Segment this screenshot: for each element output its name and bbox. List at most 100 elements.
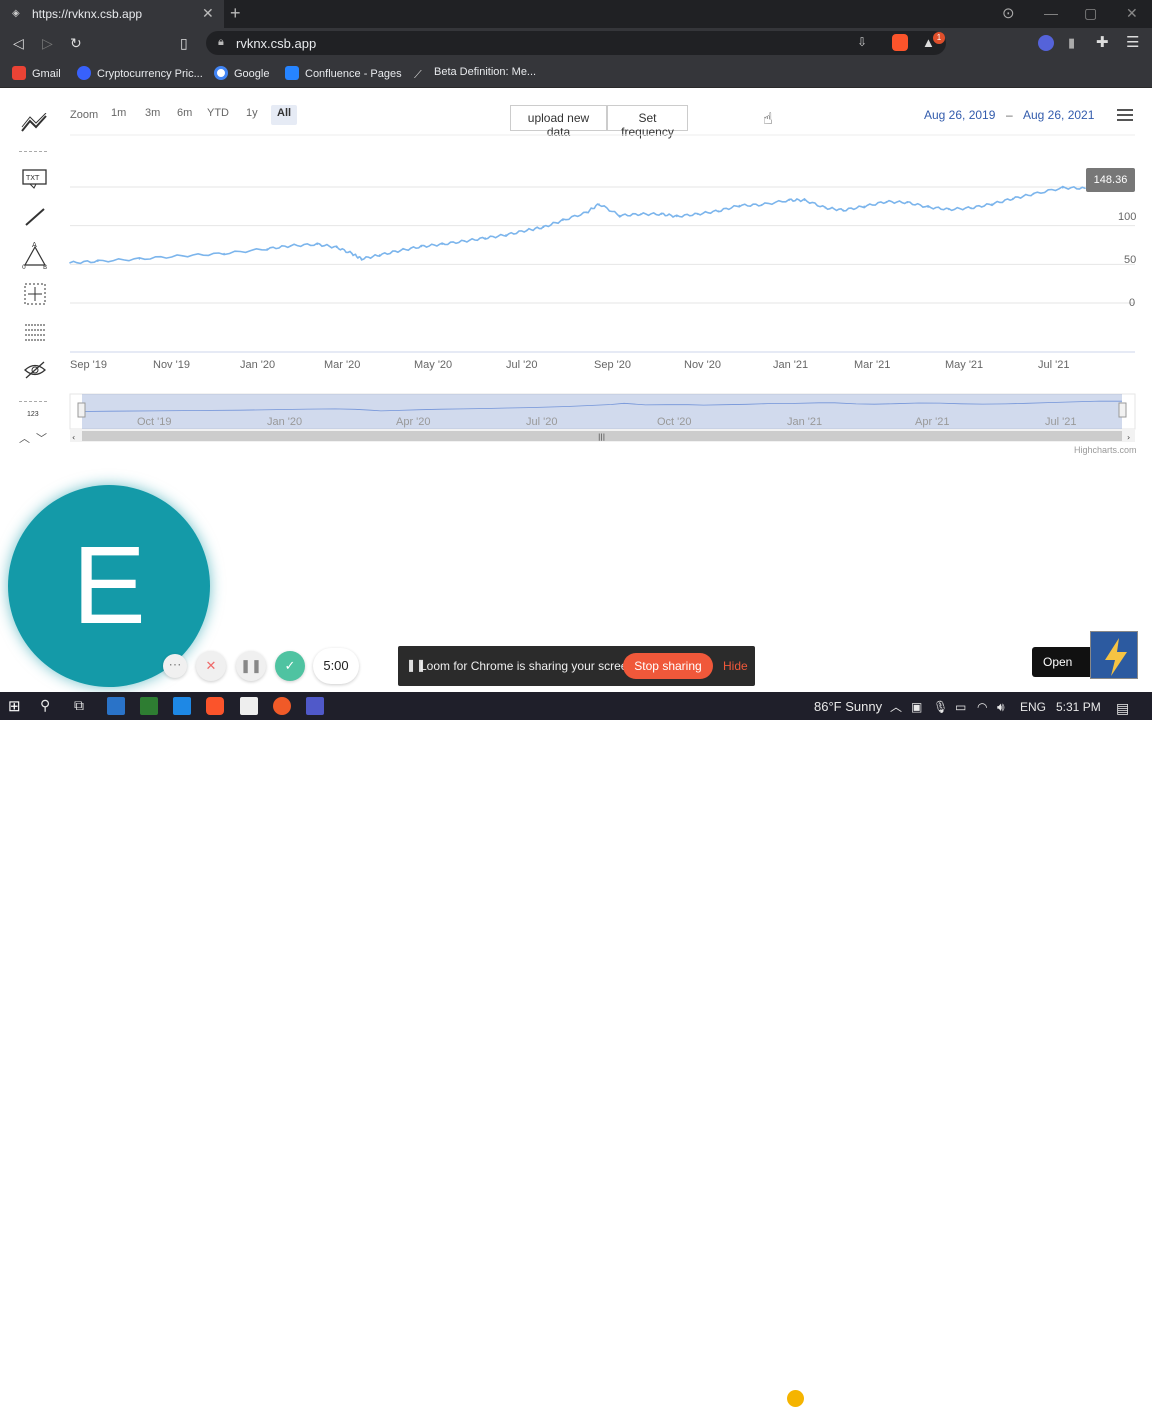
data-point xyxy=(335,246,338,249)
data-point xyxy=(181,255,184,257)
extensions-puzzle-icon[interactable]: ✚ xyxy=(1096,33,1109,51)
tab-close-icon[interactable]: ✕ xyxy=(202,5,214,22)
navigator-tick-label: Apr '20 xyxy=(396,416,431,428)
bookmark-cryptocurrency[interactable]: Cryptocurrency Pric... xyxy=(77,66,203,80)
bookmark-icon[interactable]: ▯ xyxy=(180,35,188,52)
microphone-icon[interactable]: 🎙︎ xyxy=(933,700,948,714)
new-tab-icon[interactable]: + xyxy=(230,3,241,24)
bookmark-label: Cryptocurrency Pric... xyxy=(97,68,203,80)
bookmark-confluence[interactable]: Confluence - Pages xyxy=(285,66,402,80)
navigator-handle-right[interactable] xyxy=(1118,402,1127,418)
price-series-line[interactable] xyxy=(69,185,1086,265)
tab-title: https://rvknx.csb.app xyxy=(32,7,143,21)
data-point xyxy=(803,199,806,201)
hide-button[interactable]: Hide xyxy=(723,659,748,673)
bookmark-beta-definition[interactable]: ⟋ Beta Definition: Me... xyxy=(414,66,536,83)
data-point xyxy=(463,240,466,242)
confluence-icon xyxy=(285,66,299,80)
loom-pause-icon[interactable]: ❚❚ xyxy=(236,651,266,681)
scrollbar-right-icon: › xyxy=(1127,433,1130,442)
stock-chart[interactable]: ‹ › ||| xyxy=(0,89,1152,469)
data-point xyxy=(290,245,292,247)
navigator-handle-left[interactable] xyxy=(77,402,86,418)
navigator-mask xyxy=(82,394,1122,429)
reload-icon[interactable]: ↻ xyxy=(70,35,82,52)
data-point xyxy=(223,252,225,255)
postman-icon[interactable] xyxy=(273,697,291,715)
teams-icon[interactable] xyxy=(306,697,324,715)
forward-icon[interactable]: ▷ xyxy=(42,35,53,52)
lightning-logo-icon xyxy=(1090,631,1138,679)
investopedia-icon: ⟋ xyxy=(414,69,422,81)
meet-now-icon[interactable]: ▣ xyxy=(911,700,922,714)
window-close-icon[interactable]: ✕ xyxy=(1126,5,1138,22)
address-url[interactable]: rvknx.csb.app xyxy=(236,36,316,51)
data-point xyxy=(970,207,972,209)
x-tick-label: Mar '20 xyxy=(324,359,361,371)
data-point xyxy=(788,199,790,201)
navigator-tick-label: Oct '19 xyxy=(137,416,172,428)
maximize-icon[interactable]: ▢ xyxy=(1084,5,1097,22)
back-icon[interactable]: ◁ xyxy=(13,35,24,52)
x-tick-label: Sep '20 xyxy=(594,359,631,371)
minimize-icon[interactable]: — xyxy=(1044,5,1058,21)
extension-icon[interactable]: ▮ xyxy=(1068,35,1075,51)
scrollbar-left-icon: ‹ xyxy=(72,433,75,442)
display-icon[interactable]: ▭ xyxy=(955,700,966,714)
x-tick-label: May '20 xyxy=(414,359,453,371)
data-point xyxy=(885,200,888,203)
mail-app-icon[interactable] xyxy=(107,697,125,715)
data-point xyxy=(1032,193,1035,195)
weather-text[interactable]: 86°F Sunny xyxy=(814,699,882,714)
data-point xyxy=(696,213,699,215)
volume-icon[interactable]: 🔊︎ xyxy=(997,700,1005,715)
browser-tab[interactable]: ◈ https://rvknx.csb.app ✕ xyxy=(0,0,224,28)
data-point xyxy=(639,213,642,215)
codesandbox-favicon-icon: ◈ xyxy=(12,8,20,19)
data-point xyxy=(266,248,269,250)
vscode-icon[interactable] xyxy=(173,697,191,715)
data-point xyxy=(1012,197,1014,200)
navigator-tick-label: Jan '20 xyxy=(267,416,303,428)
language-indicator[interactable]: ENG xyxy=(1020,700,1046,714)
install-icon[interactable]: ⇩ xyxy=(857,35,867,49)
tray-chevron-icon[interactable]: ︿ xyxy=(890,698,902,715)
data-point xyxy=(619,214,621,217)
wifi-icon[interactable]: ◠ xyxy=(977,700,987,714)
bookmark-gmail[interactable]: Gmail xyxy=(12,66,61,80)
data-point xyxy=(717,210,720,212)
loom-finish-icon[interactable]: ✓ xyxy=(275,651,305,681)
task-view-icon[interactable]: ⧉ xyxy=(74,697,84,714)
app-green-icon[interactable] xyxy=(140,697,158,715)
clock-time[interactable]: 5:31 PM xyxy=(1056,700,1101,714)
data-point xyxy=(676,215,678,218)
sun-weather-icon xyxy=(787,1390,804,1407)
highcharts-credits[interactable]: Highcharts.com xyxy=(1074,445,1137,455)
loom-more-icon[interactable]: ⋯ xyxy=(163,654,187,678)
extension-loom-icon[interactable] xyxy=(1038,35,1054,51)
windows-start-icon[interactable]: ⊞ xyxy=(8,697,21,715)
stop-sharing-button[interactable]: Stop sharing xyxy=(623,653,713,679)
search-icon[interactable]: ⚲ xyxy=(40,697,50,714)
bookmark-google[interactable]: Google xyxy=(214,66,269,80)
x-tick-label: Jan '21 xyxy=(773,359,809,371)
brave-shields-icon[interactable] xyxy=(892,34,908,51)
navigator-tick-label: Apr '21 xyxy=(915,416,950,428)
loom-timer: 5:00 xyxy=(313,648,359,684)
x-tick-label: Jul '20 xyxy=(506,359,538,371)
loom-cancel-icon[interactable]: ✕ xyxy=(196,651,226,681)
data-point xyxy=(97,260,99,262)
notion-icon[interactable] xyxy=(240,697,258,715)
bookmark-label: Gmail xyxy=(32,68,61,80)
brave-browser-icon[interactable] xyxy=(206,697,224,715)
notifications-icon[interactable]: ▤ xyxy=(1116,700,1129,717)
profile-dropdown-icon[interactable]: ⊙ xyxy=(1002,4,1015,22)
browser-menu-icon[interactable]: ☰ xyxy=(1126,33,1139,51)
data-point xyxy=(378,254,381,256)
data-point xyxy=(760,204,763,206)
address-bar[interactable]: 🔒︎ rvknx.csb.app ⇩ ▲ 1 xyxy=(206,31,946,55)
data-point xyxy=(842,209,845,211)
avatar-letter: E xyxy=(72,524,146,647)
data-point xyxy=(1062,187,1064,189)
coinmarketcap-icon xyxy=(77,66,91,80)
